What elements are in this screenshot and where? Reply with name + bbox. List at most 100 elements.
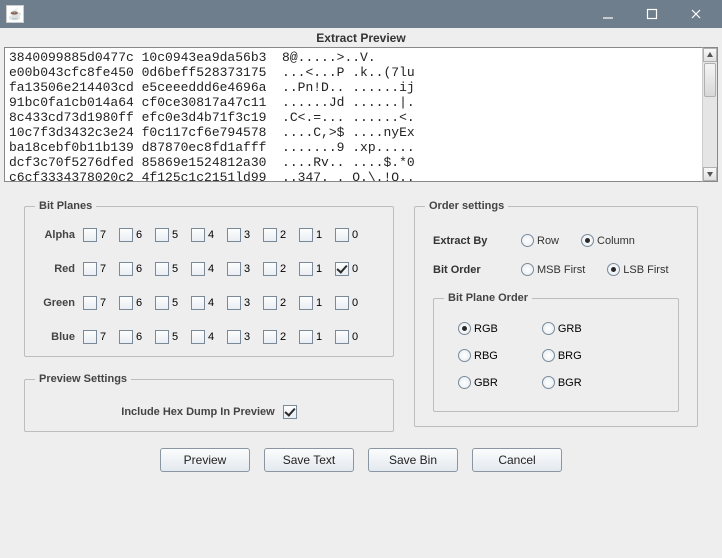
- hex-dump-area[interactable]: 3840099885d0477c 10c0943ea9da56b3 8@....…: [4, 47, 702, 182]
- bitplane-col-label: 7: [100, 297, 106, 309]
- bitplane-check-red-7[interactable]: [83, 262, 97, 276]
- preview-settings-group: Preview Settings Include Hex Dump In Pre…: [24, 373, 394, 432]
- radio-label: GBR: [474, 377, 498, 389]
- bitplanes-legend: Bit Planes: [35, 200, 96, 212]
- radio-label: BRG: [558, 350, 582, 362]
- radio-dot: [607, 263, 620, 276]
- bitplane-col-label: 5: [172, 263, 178, 275]
- bitplane-col-label: 4: [208, 263, 214, 275]
- radio-bpo-rgb[interactable]: RGB: [458, 322, 498, 335]
- bitplane-col-label: 5: [172, 229, 178, 241]
- bitplane-check-alpha-3[interactable]: [227, 228, 241, 242]
- bitplane-check-alpha-1[interactable]: [299, 228, 313, 242]
- bitplane-check-blue-5[interactable]: [155, 330, 169, 344]
- preview-button[interactable]: Preview: [160, 448, 250, 472]
- radio-dot: [542, 376, 555, 389]
- radio-label: GRB: [558, 323, 582, 335]
- bitplane-row-label-blue: Blue: [35, 331, 83, 343]
- bitplane-check-green-6[interactable]: [119, 296, 133, 310]
- bitplane-check-green-3[interactable]: [227, 296, 241, 310]
- bitplane-check-alpha-7[interactable]: [83, 228, 97, 242]
- bitplane-col-label: 0: [352, 331, 358, 343]
- scroll-thumb[interactable]: [704, 63, 716, 97]
- dump-scrollbar[interactable]: [702, 47, 718, 182]
- scroll-up-button[interactable]: [703, 48, 717, 62]
- bitplane-col-label: 0: [352, 263, 358, 275]
- bit-plane-order-group: Bit Plane Order RGBGRBRBGBRGGBRBGR: [433, 292, 679, 412]
- bitplane-check-red-2[interactable]: [263, 262, 277, 276]
- scroll-down-button[interactable]: [703, 167, 717, 181]
- bitplane-check-blue-1[interactable]: [299, 330, 313, 344]
- bitplane-check-red-0[interactable]: [335, 262, 349, 276]
- radio-label: MSB First: [537, 264, 585, 276]
- bitplane-check-red-3[interactable]: [227, 262, 241, 276]
- radio-bit-order-lsb-first[interactable]: LSB First: [607, 263, 668, 276]
- bitplane-col-label: 0: [352, 297, 358, 309]
- bitplane-col-label: 1: [316, 263, 322, 275]
- bitplane-check-blue-7[interactable]: [83, 330, 97, 344]
- titlebar: ☕: [0, 0, 722, 28]
- radio-bpo-brg[interactable]: BRG: [542, 349, 582, 362]
- radio-bpo-grb[interactable]: GRB: [542, 322, 582, 335]
- bitplane-col-label: 3: [244, 331, 250, 343]
- radio-dot: [458, 349, 471, 362]
- bitplane-check-alpha-0[interactable]: [335, 228, 349, 242]
- bitplane-check-red-6[interactable]: [119, 262, 133, 276]
- bitplane-col-label: 7: [100, 229, 106, 241]
- bitplane-col-label: 6: [136, 229, 142, 241]
- bitplane-check-blue-3[interactable]: [227, 330, 241, 344]
- radio-dot: [542, 349, 555, 362]
- radio-dot: [521, 263, 534, 276]
- save-bin-button[interactable]: Save Bin: [368, 448, 458, 472]
- include-hex-checkbox[interactable]: [283, 405, 297, 419]
- bitplane-col-label: 1: [316, 297, 322, 309]
- radio-extract-by-row[interactable]: Row: [521, 234, 559, 247]
- bitplane-col-label: 3: [244, 263, 250, 275]
- java-icon: ☕: [6, 5, 24, 23]
- bitplane-check-red-5[interactable]: [155, 262, 169, 276]
- radio-bpo-rbg[interactable]: RBG: [458, 349, 498, 362]
- bitplane-check-blue-6[interactable]: [119, 330, 133, 344]
- radio-bpo-gbr[interactable]: GBR: [458, 376, 498, 389]
- bitplane-check-blue-0[interactable]: [335, 330, 349, 344]
- bitplane-check-alpha-2[interactable]: [263, 228, 277, 242]
- bitplane-row-label-alpha: Alpha: [35, 229, 83, 241]
- page-title: Extract Preview: [0, 28, 722, 47]
- radio-dot: [581, 234, 594, 247]
- radio-label: Row: [537, 235, 559, 247]
- bitplane-col-label: 4: [208, 229, 214, 241]
- bitplane-check-green-0[interactable]: [335, 296, 349, 310]
- bitplane-row-label-green: Green: [35, 297, 83, 309]
- bitplane-col-label: 4: [208, 331, 214, 343]
- bitplane-check-green-1[interactable]: [299, 296, 313, 310]
- bitplane-col-label: 6: [136, 331, 142, 343]
- minimize-button[interactable]: [586, 1, 630, 27]
- bitplane-check-blue-2[interactable]: [263, 330, 277, 344]
- bitplane-check-green-5[interactable]: [155, 296, 169, 310]
- bitplane-check-alpha-4[interactable]: [191, 228, 205, 242]
- order-settings-group: Order settings Extract By RowColumn Bit …: [414, 200, 698, 427]
- bitplane-check-green-2[interactable]: [263, 296, 277, 310]
- bitplane-col-label: 2: [280, 297, 286, 309]
- bitplane-col-label: 2: [280, 263, 286, 275]
- bitplane-check-alpha-6[interactable]: [119, 228, 133, 242]
- radio-label: RBG: [474, 350, 498, 362]
- bitplane-check-green-7[interactable]: [83, 296, 97, 310]
- bitplane-col-label: 1: [316, 331, 322, 343]
- radio-bit-order-msb-first[interactable]: MSB First: [521, 263, 585, 276]
- radio-dot: [521, 234, 534, 247]
- bitplane-col-label: 7: [100, 331, 106, 343]
- save-text-button[interactable]: Save Text: [264, 448, 354, 472]
- maximize-button[interactable]: [630, 1, 674, 27]
- cancel-button[interactable]: Cancel: [472, 448, 562, 472]
- close-button[interactable]: [674, 1, 718, 27]
- radio-extract-by-column[interactable]: Column: [581, 234, 635, 247]
- bitplane-col-label: 2: [280, 229, 286, 241]
- bitplane-check-green-4[interactable]: [191, 296, 205, 310]
- radio-bpo-bgr[interactable]: BGR: [542, 376, 582, 389]
- bitplane-check-alpha-5[interactable]: [155, 228, 169, 242]
- bitplane-check-red-4[interactable]: [191, 262, 205, 276]
- bitplane-check-blue-4[interactable]: [191, 330, 205, 344]
- bitplane-col-label: 2: [280, 331, 286, 343]
- bitplane-check-red-1[interactable]: [299, 262, 313, 276]
